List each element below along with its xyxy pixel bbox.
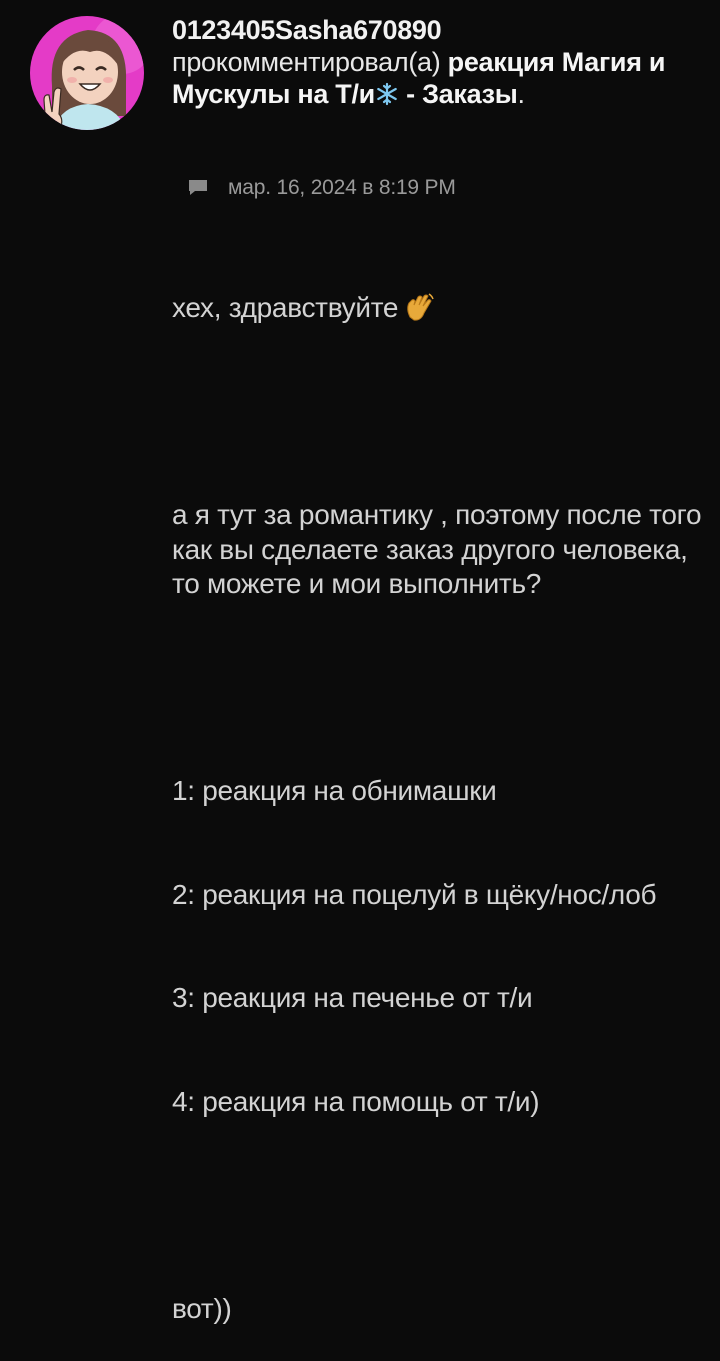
greeting-line: хех, здравствуйте (172, 291, 702, 326)
snowflake-icon (377, 82, 397, 106)
action-text: прокомментировал(а) (172, 47, 441, 77)
main-paragraph: а я тут за романтику , поэтому после тог… (172, 499, 709, 599)
waving-hand-icon (407, 293, 434, 321)
closing-line: вот)) (172, 1292, 232, 1324)
greeting-text: хех, здравствуйте (172, 292, 399, 323)
comment-timestamp: мар. 16, 2024 в 8:19 PM (228, 176, 456, 199)
list-item: 3: реакция на печенье от т/и (172, 982, 533, 1013)
comment-meta: мар. 16, 2024 в 8:19 PM (188, 176, 456, 200)
list-item: 2: реакция на поцелуй в щёку/нос/лоб (172, 878, 657, 910)
list-item: 4: реакция на помощь от т/и) (172, 1085, 540, 1117)
comment-icon (189, 180, 207, 195)
comment-action-line: прокомментировал(а) реакция Магия и Муск… (172, 46, 692, 110)
avatar-illustration (30, 16, 144, 130)
user-avatar[interactable] (30, 16, 144, 130)
post-title-end: . (517, 79, 526, 109)
comment-header: 0123405Sasha670890 прокомментировал(а) р… (172, 14, 692, 110)
list-item: 1: реакция на обнимашки (172, 775, 497, 806)
username-link[interactable]: 0123405Sasha670890 (172, 14, 692, 46)
comment-body: хех, здравствуйте а я тут за романтику ,… (172, 222, 702, 1361)
post-title-part2: - Заказы (398, 79, 518, 109)
